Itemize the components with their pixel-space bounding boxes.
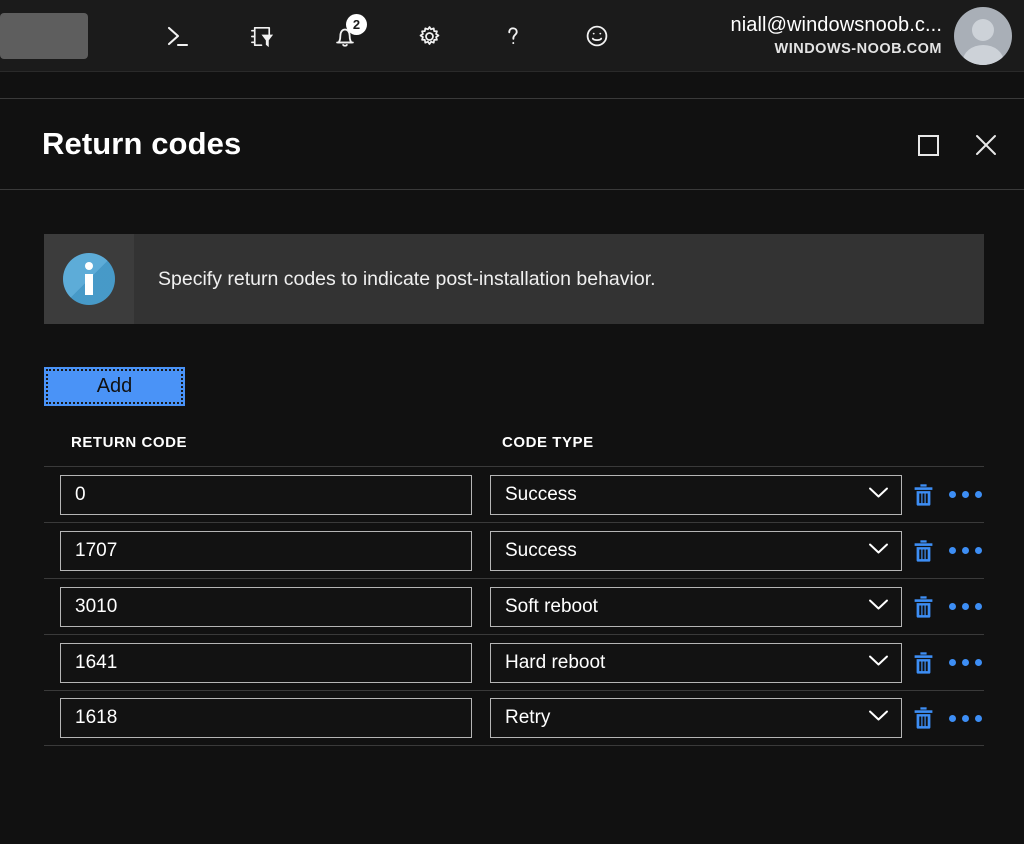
- ellipsis-dot-1: [949, 603, 956, 610]
- code-type-value: Success: [505, 539, 577, 561]
- return-codes-table: RETURN CODE CODE TYPE Success: [44, 434, 984, 746]
- row-more-button[interactable]: [949, 547, 982, 554]
- code-type-select[interactable]: Retry: [490, 698, 902, 738]
- trash-icon: [914, 539, 933, 562]
- delete-row-button[interactable]: [913, 483, 934, 507]
- help-question-icon[interactable]: [486, 9, 540, 63]
- feedback-smiley-icon[interactable]: [570, 9, 624, 63]
- info-icon: [63, 253, 115, 305]
- code-type-value: Soft reboot: [505, 595, 598, 617]
- column-header-code-type: CODE TYPE: [502, 434, 594, 451]
- trash-icon: [914, 483, 933, 506]
- ellipsis-dot-1: [949, 491, 956, 498]
- row-action-group: [900, 595, 982, 619]
- account-tenant: WINDOWS-NOOB.COM: [774, 41, 942, 58]
- row-more-button[interactable]: [949, 491, 982, 498]
- add-button[interactable]: Add: [44, 367, 185, 406]
- ellipsis-dot-1: [949, 659, 956, 666]
- return-code-input[interactable]: [60, 586, 472, 627]
- return-code-input[interactable]: [60, 530, 472, 571]
- avatar-head: [971, 18, 995, 41]
- ellipsis-dot-2: [962, 714, 969, 722]
- brand-logo-placeholder[interactable]: [0, 13, 88, 59]
- maximize-icon: [917, 134, 939, 156]
- table-row: Retry: [44, 690, 984, 746]
- table-row: Soft reboot: [44, 578, 984, 634]
- account-text: niall@windowsnoob.c... WINDOWS-NOOB.COM: [731, 13, 943, 58]
- trash-icon: [914, 595, 933, 618]
- ellipsis-dot-3: [975, 547, 982, 554]
- top-navigation-bar: 2 niall@windowsnoob.c... WINDOWS-NOOB.CO…: [0, 0, 1024, 72]
- row-action-group: [900, 539, 982, 563]
- blade-header: Return codes: [0, 98, 1024, 190]
- cloud-shell-icon[interactable]: [150, 9, 204, 63]
- ellipsis-dot-2: [962, 547, 969, 554]
- return-code-input[interactable]: [60, 642, 472, 683]
- ellipsis-dot-1: [949, 714, 956, 722]
- info-banner: Specify return codes to indicate post-in…: [44, 234, 984, 324]
- code-type-value: Hard reboot: [505, 651, 606, 673]
- close-icon: [976, 135, 996, 155]
- ellipsis-dot-3: [975, 714, 982, 722]
- table-header-row: RETURN CODE CODE TYPE: [44, 434, 984, 466]
- column-header-return-code: RETURN CODE: [71, 434, 188, 451]
- table-row: Hard reboot: [44, 634, 984, 690]
- notifications-bell-icon[interactable]: 2: [318, 9, 372, 63]
- ellipsis-dot-2: [962, 603, 969, 610]
- page-title: Return codes: [42, 126, 242, 161]
- code-type-select[interactable]: Success: [490, 530, 902, 571]
- code-type-value: Success: [505, 483, 577, 505]
- directories-filter-icon[interactable]: [234, 9, 288, 63]
- ellipsis-dot-3: [975, 491, 982, 498]
- ellipsis-dot-2: [962, 491, 969, 498]
- info-banner-message: Specify return codes to indicate post-in…: [158, 267, 656, 290]
- trash-icon: [914, 651, 933, 674]
- ellipsis-dot-3: [975, 659, 982, 666]
- maximize-button[interactable]: [908, 125, 948, 165]
- row-more-button[interactable]: [949, 714, 982, 722]
- row-more-button[interactable]: [949, 659, 982, 666]
- trash-icon: [914, 707, 933, 729]
- settings-gear-icon[interactable]: [402, 9, 456, 63]
- close-button[interactable]: [966, 125, 1006, 165]
- topbar-icon-group: 2: [150, 0, 624, 72]
- code-type-value: Retry: [505, 707, 551, 728]
- account-upn: niall@windowsnoob.c...: [730, 14, 942, 37]
- delete-row-button[interactable]: [913, 539, 934, 563]
- delete-row-button[interactable]: [913, 706, 934, 730]
- return-code-input[interactable]: [60, 698, 472, 738]
- row-action-group: [900, 483, 982, 507]
- table-row: Success: [44, 522, 984, 578]
- code-type-select[interactable]: Hard reboot: [490, 642, 902, 683]
- info-banner-icon-block: [44, 234, 134, 324]
- row-action-group: [900, 706, 982, 730]
- row-more-button[interactable]: [949, 603, 982, 610]
- table-rows: Success: [44, 466, 984, 746]
- account-menu[interactable]: niall@windowsnoob.c... WINDOWS-NOOB.COM: [731, 0, 1024, 72]
- ellipsis-dot-2: [962, 659, 969, 666]
- notifications-badge: 2: [346, 14, 367, 35]
- ellipsis-dot-1: [949, 547, 956, 554]
- blade-window-actions: [908, 99, 1006, 191]
- avatar-body: [962, 45, 1004, 65]
- code-type-select[interactable]: Success: [490, 474, 902, 515]
- avatar[interactable]: [954, 7, 1012, 65]
- ellipsis-dot-3: [975, 603, 982, 610]
- return-code-input[interactable]: [60, 474, 472, 515]
- row-action-group: [900, 651, 982, 675]
- delete-row-button[interactable]: [913, 595, 934, 619]
- blade-content: Specify return codes to indicate post-in…: [0, 234, 1024, 746]
- table-row: Success: [44, 466, 984, 522]
- info-icon-dot: [85, 262, 93, 270]
- info-icon-stem: [85, 274, 93, 295]
- delete-row-button[interactable]: [913, 651, 934, 675]
- blade-top-spacer: [0, 72, 1024, 98]
- code-type-select[interactable]: Soft reboot: [490, 586, 902, 627]
